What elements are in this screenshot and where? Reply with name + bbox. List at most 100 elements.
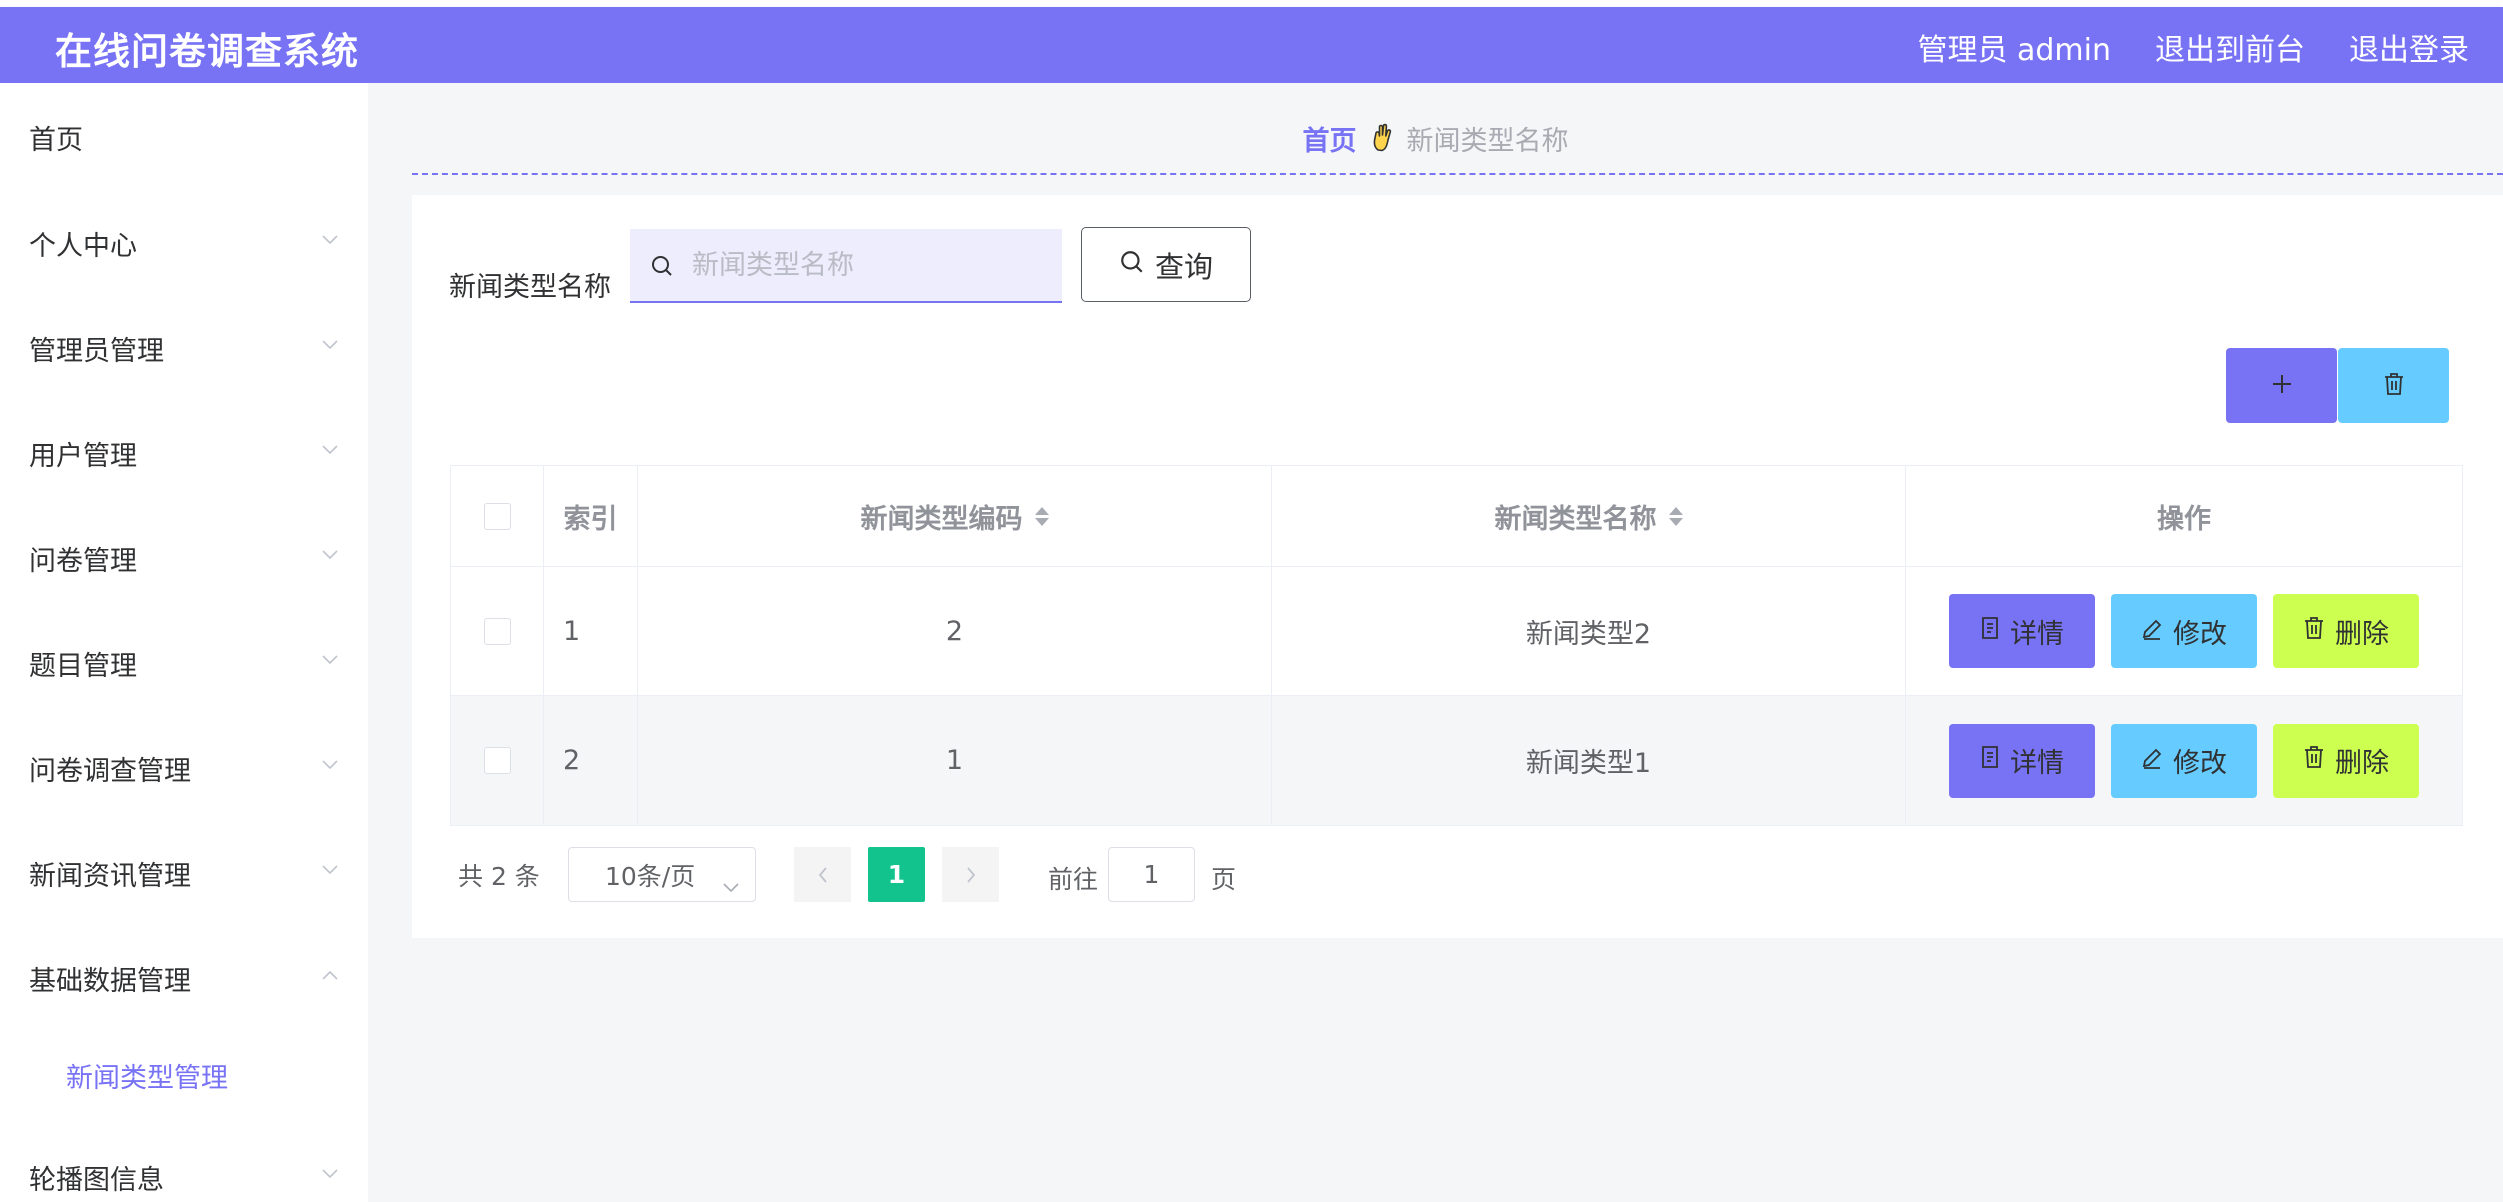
- header-ops: 操作: [2157, 503, 2211, 535]
- plus-icon: [2271, 373, 2293, 399]
- prev-page-button[interactable]: [794, 847, 851, 902]
- breadcrumb-current: 新闻类型名称: [1406, 126, 1569, 157]
- sort-icon[interactable]: [1668, 506, 1683, 526]
- chevron-left-icon: [818, 860, 828, 889]
- header-select-cell: [451, 466, 544, 566]
- chevron-down-icon: [723, 870, 739, 899]
- main-content: 首页新闻类型名称 新闻类型名称 查询 索引 新闻类型编码 新闻类型名称 操作: [368, 83, 2503, 1202]
- sidebar-item-label: 基础数据管理: [29, 965, 191, 997]
- search-icon: [650, 254, 674, 282]
- chevron-down-icon: [322, 655, 338, 669]
- query-button[interactable]: 查询: [1081, 227, 1251, 302]
- document-icon: [1980, 616, 2000, 647]
- header-code-label: 新闻类型编码: [860, 503, 1023, 535]
- sidebar-item-survey-management[interactable]: 问卷调查管理: [0, 738, 368, 798]
- divider: [412, 173, 2503, 175]
- breadcrumb: 首页 新闻类型名称: [368, 119, 2503, 160]
- goto-label: 前往: [1048, 865, 1099, 894]
- search-label: 新闻类型名称: [449, 272, 611, 303]
- edit-button[interactable]: 修改: [2111, 594, 2257, 668]
- sidebar-item-label: 新闻类型管理: [66, 1062, 228, 1094]
- delete-button[interactable]: 删除: [2273, 594, 2419, 668]
- edit-label: 修改: [2173, 618, 2227, 650]
- chevron-down-icon: [322, 865, 338, 879]
- detail-button[interactable]: 详情: [1949, 594, 2095, 668]
- detail-label: 详情: [2010, 748, 2064, 779]
- edit-label: 修改: [2173, 748, 2227, 779]
- header-index: 索引: [544, 466, 638, 566]
- page-number-active[interactable]: 1: [868, 847, 925, 902]
- detail-button[interactable]: 详情: [1949, 723, 2095, 798]
- pencil-icon: [2141, 745, 2163, 776]
- header-name[interactable]: 新闻类型名称: [1272, 466, 1906, 566]
- row-checkbox[interactable]: [483, 747, 511, 774]
- search-field[interactable]: [630, 229, 1062, 303]
- cell-actions: 详情 修改 删除: [1906, 696, 2462, 825]
- sidebar-item-label: 问卷管理: [29, 545, 137, 577]
- chevron-down-icon: [322, 235, 338, 249]
- sidebar-item-home[interactable]: 首页: [0, 107, 368, 167]
- sort-icon[interactable]: [1034, 506, 1049, 526]
- chevron-right-icon: [966, 860, 976, 889]
- cell-code: 1: [638, 696, 1272, 825]
- delete-label: 删除: [2335, 618, 2389, 650]
- logout-link[interactable]: 退出登录: [2349, 25, 2469, 69]
- chevron-down-icon: [322, 445, 338, 459]
- trash-icon: [2383, 372, 2405, 400]
- cell-name: 新闻类型1: [1272, 696, 1906, 825]
- pencil-icon: [2141, 616, 2163, 647]
- sidebar-item-label: 用户管理: [29, 440, 137, 472]
- select-all-checkbox[interactable]: [483, 502, 511, 530]
- sidebar-item-personal-center[interactable]: 个人中心: [0, 213, 368, 273]
- sidebar-item-label: 首页: [29, 124, 83, 156]
- data-table: 索引 新闻类型编码 新闻类型名称 操作 1 2 新闻类型2 详情 修改 删除 2: [450, 465, 2463, 826]
- sidebar-item-news-management[interactable]: 新闻资讯管理: [0, 843, 368, 903]
- header-code[interactable]: 新闻类型编码: [638, 466, 1272, 566]
- sidebar: 首页 个人中心 管理员管理 用户管理 问卷管理 题目管理 问卷调查管理 新闻资讯…: [0, 83, 368, 1202]
- sidebar-item-label: 管理员管理: [29, 335, 164, 367]
- cell-actions: 详情 修改 删除: [1906, 567, 2462, 695]
- edit-button[interactable]: 修改: [2111, 723, 2257, 798]
- chevron-up-icon: [322, 970, 338, 984]
- add-button[interactable]: [2226, 348, 2337, 423]
- pagination: 共 2 条 10条/页 1 前往 页: [458, 847, 1236, 902]
- sidebar-item-questionnaire-management[interactable]: 问卷管理: [0, 528, 368, 588]
- sidebar-item-user-management[interactable]: 用户管理: [0, 423, 368, 483]
- sidebar-item-label: 问卷调查管理: [29, 755, 191, 787]
- sidebar-item-label: 题目管理: [29, 650, 137, 682]
- goto-page-input[interactable]: [1108, 847, 1195, 902]
- query-button-label: 查询: [1154, 249, 1213, 284]
- next-page-button[interactable]: [942, 847, 999, 902]
- breadcrumb-home[interactable]: 首页: [1303, 126, 1357, 157]
- cell-name: 新闻类型2: [1272, 567, 1906, 695]
- search-input[interactable]: [692, 245, 1042, 285]
- sidebar-item-label: 新闻资讯管理: [29, 860, 191, 892]
- sidebar-item-question-management[interactable]: 题目管理: [0, 633, 368, 693]
- sidebar-item-news-type-management[interactable]: 新闻类型管理: [0, 1045, 368, 1105]
- chevron-down-icon: [322, 1169, 338, 1183]
- sidebar-item-label: 个人中心: [29, 230, 137, 262]
- table-header: 索引 新闻类型编码 新闻类型名称 操作: [451, 466, 2462, 567]
- select-cell: [451, 567, 544, 695]
- cell-code: 2: [638, 567, 1272, 695]
- header-name-label: 新闻类型名称: [1494, 503, 1657, 535]
- row-checkbox[interactable]: [483, 617, 511, 645]
- delete-button[interactable]: 删除: [2273, 723, 2419, 798]
- batch-delete-button[interactable]: [2338, 348, 2449, 423]
- chevron-down-icon: [322, 550, 338, 564]
- table-row: 2 1 新闻类型1 详情 修改 删除: [451, 696, 2462, 825]
- exit-to-front-link[interactable]: 退出到前台: [2155, 25, 2305, 69]
- page-size-select[interactable]: 10条/页: [568, 847, 756, 902]
- current-user: 管理员 admin: [1917, 33, 2111, 68]
- chevron-down-icon: [322, 760, 338, 774]
- cell-index: 2: [544, 696, 638, 825]
- select-cell: [451, 696, 544, 825]
- sidebar-item-carousel-info[interactable]: 轮播图信息: [0, 1147, 368, 1202]
- trash-icon: [2303, 745, 2325, 776]
- table-row: 1 2 新闻类型2 详情 修改 删除: [451, 567, 2462, 696]
- sidebar-item-label: 轮播图信息: [29, 1164, 164, 1196]
- sidebar-item-basic-data-management[interactable]: 基础数据管理: [0, 948, 368, 1008]
- cell-index: 1: [544, 567, 638, 695]
- sidebar-item-admin-management[interactable]: 管理员管理: [0, 318, 368, 378]
- app-title: 在线问卷调查系统: [55, 30, 359, 73]
